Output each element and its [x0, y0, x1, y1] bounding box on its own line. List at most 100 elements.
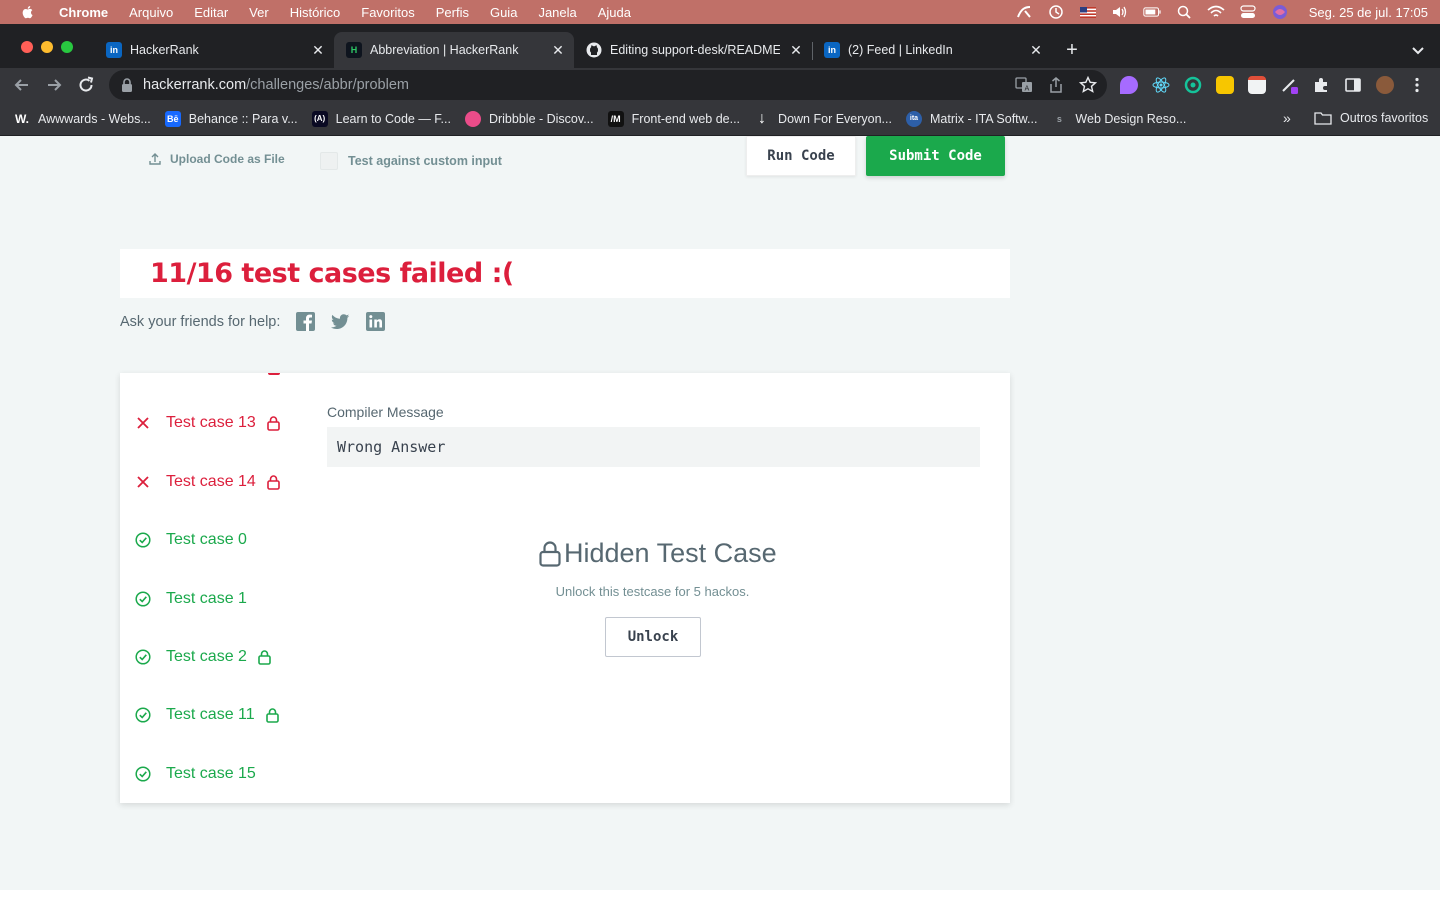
test-case-row[interactable]: Test case 13 — [135, 411, 281, 435]
siri-icon[interactable] — [1271, 5, 1289, 19]
bookmark-label: Matrix - ITA Softw... — [929, 111, 1038, 126]
pass-check-icon — [135, 707, 151, 723]
upload-code-link[interactable]: Upload Code as File — [148, 152, 285, 166]
tab-title: Editing support-desk/README — [610, 43, 780, 57]
lock-icon[interactable] — [119, 77, 135, 93]
side-panel-icon[interactable] — [1344, 76, 1362, 94]
extension-yellow-icon[interactable] — [1216, 76, 1234, 94]
menu-editar[interactable]: Editar — [194, 5, 228, 20]
zoom-window-button[interactable] — [61, 41, 73, 53]
status-area: Seg. 25 de jul. 17:05 — [1015, 0, 1428, 24]
menu-items: Chrome Arquivo Editar Ver Histórico Favo… — [59, 5, 652, 20]
bookmark-matrix-ita[interactable]: ita Matrix - ITA Softw... — [905, 110, 1038, 127]
forward-button[interactable] — [44, 75, 64, 95]
unlock-button[interactable]: Unlock — [605, 617, 701, 657]
test-case-row[interactable]: Test case 11 — [135, 703, 280, 727]
close-tab-icon[interactable]: ✕ — [310, 42, 326, 58]
bookmark-web-design-resources[interactable]: s Web Design Reso... — [1051, 111, 1186, 127]
bookmark-label: Web Design Reso... — [1075, 111, 1187, 126]
share-icon[interactable] — [1047, 76, 1065, 94]
close-tab-icon[interactable]: ✕ — [550, 42, 566, 58]
menu-ver[interactable]: Ver — [249, 5, 269, 20]
address-bar[interactable]: hackerrank.com/challenges/abbr/problem A — [109, 70, 1107, 100]
share-label: Ask your friends for help: — [120, 313, 281, 330]
extensions-puzzle-icon[interactable] — [1312, 76, 1330, 94]
browser-toolbar: hackerrank.com/challenges/abbr/problem A — [0, 68, 1440, 102]
bookmark-dribbble[interactable]: Dribbble - Discov... — [464, 110, 594, 127]
upload-code-label: Upload Code as File — [170, 152, 285, 166]
bookmark-star-icon[interactable] — [1078, 75, 1098, 94]
linkedin-share-icon[interactable] — [366, 312, 386, 331]
bookmarks-overflow-button[interactable]: » — [1283, 110, 1291, 126]
tab-hackerrank[interactable]: in HackerRank ✕ — [94, 32, 334, 68]
menu-chrome[interactable]: Chrome — [59, 5, 108, 20]
close-tab-icon[interactable]: ✕ — [788, 42, 804, 58]
lock-icon — [266, 415, 281, 431]
bookmark-downforeveryone[interactable]: ↓ Down For Everyon... — [754, 110, 892, 127]
spotlight-search-icon[interactable] — [1175, 5, 1193, 19]
menu-perfis[interactable]: Perfis — [436, 5, 469, 20]
back-button[interactable] — [12, 75, 32, 95]
profile-avatar[interactable] — [1376, 76, 1394, 94]
bookmark-label: Learn to Code — F... — [335, 111, 451, 126]
svg-text:A: A — [1025, 85, 1030, 93]
bookmark-behance[interactable]: Bē Behance :: Para v... — [164, 110, 298, 127]
extension-green-ring-icon[interactable] — [1184, 76, 1202, 94]
menu-guia[interactable]: Guia — [490, 5, 517, 20]
extensions — [1120, 76, 1426, 94]
wifi-icon[interactable] — [1207, 5, 1225, 19]
apple-icon[interactable] — [20, 4, 36, 20]
new-tab-button[interactable]: + — [1062, 40, 1082, 60]
bookmark-awwwards[interactable]: W. Awwwards - Webs... — [14, 111, 151, 127]
test-case-row[interactable]: Test case 2 — [135, 645, 272, 669]
clock[interactable]: Seg. 25 de jul. 17:05 — [1309, 5, 1428, 20]
test-case-row[interactable]: Test case 0 — [135, 528, 247, 552]
flag-icon[interactable] — [1079, 5, 1097, 19]
menu-favoritos[interactable]: Favoritos — [361, 5, 414, 20]
minimize-window-button[interactable] — [41, 41, 53, 53]
time-machine-icon[interactable] — [1047, 5, 1065, 19]
custom-input-label: Test against custom input — [348, 154, 502, 168]
url-domain: hackerrank.com — [143, 77, 247, 93]
lock-icon — [539, 540, 561, 567]
tab-linkedin-feed[interactable]: in (2) Feed | LinkedIn ✕ — [812, 32, 1052, 68]
menu-historico[interactable]: Histórico — [290, 5, 341, 20]
submit-code-button[interactable]: Submit Code — [866, 136, 1005, 176]
url-text[interactable]: hackerrank.com/challenges/abbr/problem — [143, 77, 409, 93]
bookmark-frontend-mentor[interactable]: /M Front-end web de... — [607, 110, 740, 127]
tab-abbreviation[interactable]: H Abbreviation | HackerRank ✕ — [334, 32, 574, 68]
close-tab-icon[interactable]: ✕ — [1028, 42, 1044, 58]
twitter-icon[interactable] — [331, 312, 350, 331]
volume-icon[interactable] — [1111, 5, 1129, 19]
menu-ajuda[interactable]: Ajuda — [598, 5, 631, 20]
bookmark-freecodecamp[interactable]: (A) Learn to Code — F... — [311, 110, 451, 127]
menu-arquivo[interactable]: Arquivo — [129, 5, 173, 20]
test-case-row[interactable]: Test case 14 — [135, 470, 281, 494]
tab-title: HackerRank — [130, 43, 199, 57]
lock-icon — [265, 707, 280, 723]
tab-search-icon[interactable] — [1408, 40, 1428, 60]
extension-pen-icon[interactable] — [1280, 76, 1298, 94]
battery-icon[interactable] — [1143, 5, 1161, 19]
menu-janela[interactable]: Janela — [538, 5, 576, 20]
other-bookmarks-folder[interactable]: Outros favoritos — [1314, 111, 1428, 125]
bookmarks-bar: W. Awwwards - Webs... Bē Behance :: Para v… — [0, 102, 1440, 136]
custom-input-checkbox[interactable] — [320, 152, 338, 170]
tab-github-editing[interactable]: Editing support-desk/README ✕ — [574, 32, 812, 68]
result-heading: 11/16 test cases failed :( — [150, 258, 514, 289]
reload-button[interactable] — [76, 75, 96, 95]
translate-icon[interactable]: A — [1015, 76, 1033, 94]
close-window-button[interactable] — [21, 41, 33, 53]
test-case-row[interactable]: Test case 15 — [135, 762, 256, 786]
control-center-icon[interactable] — [1239, 5, 1257, 19]
facebook-icon[interactable] — [296, 312, 316, 331]
other-bookmarks-label: Outros favoritos — [1340, 111, 1429, 125]
react-devtools-icon[interactable] — [1152, 76, 1170, 94]
extension-calendar-icon[interactable] — [1248, 76, 1266, 94]
pen-icon[interactable] — [1015, 5, 1033, 19]
run-code-button[interactable]: Run Code — [746, 136, 856, 176]
chrome-menu-icon[interactable] — [1408, 76, 1426, 94]
custom-input-toggle[interactable]: Test against custom input — [320, 152, 502, 170]
extension-purple-icon[interactable] — [1120, 76, 1138, 94]
test-case-label: Test case 15 — [166, 765, 256, 782]
